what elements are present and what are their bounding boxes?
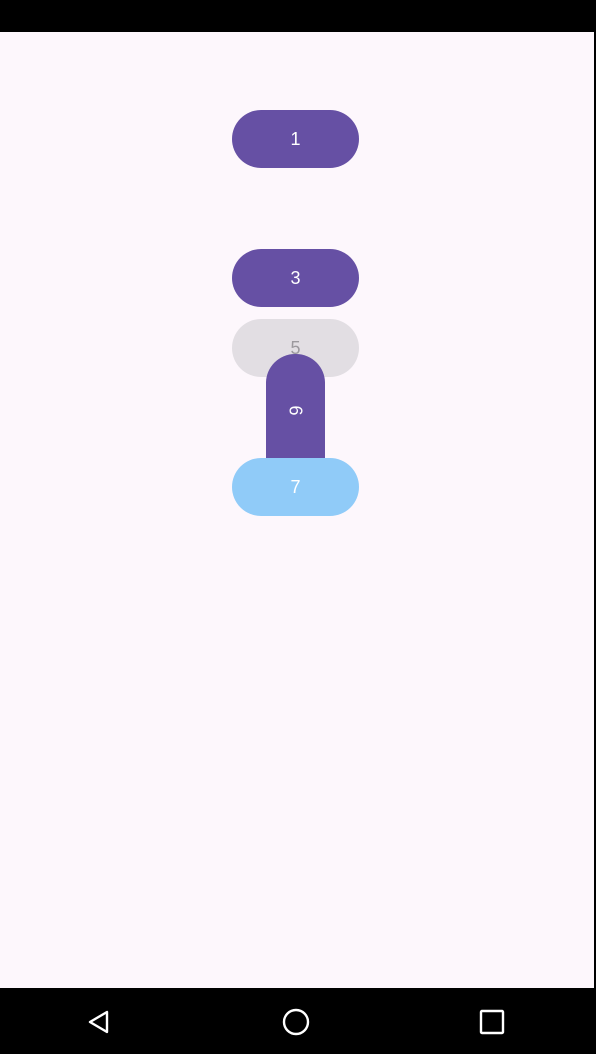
button-3[interactable]: 3 [232, 249, 359, 307]
back-icon [88, 1010, 109, 1034]
recents-button[interactable] [472, 1002, 512, 1042]
navigation-bar [0, 988, 596, 1054]
recents-icon [479, 1009, 505, 1035]
back-button[interactable] [79, 1002, 119, 1042]
button-6-rotated[interactable]: 6 [266, 354, 325, 466]
status-bar [0, 0, 596, 32]
home-button[interactable] [276, 1002, 316, 1042]
button-6-label: 6 [285, 404, 306, 416]
phone-screen: 1 3 5 6 7 [0, 0, 596, 1054]
app-content: 1 3 5 6 7 [0, 32, 594, 988]
button-1[interactable]: 1 [232, 110, 359, 168]
home-icon [282, 1008, 310, 1036]
button-7[interactable]: 7 [232, 458, 359, 516]
